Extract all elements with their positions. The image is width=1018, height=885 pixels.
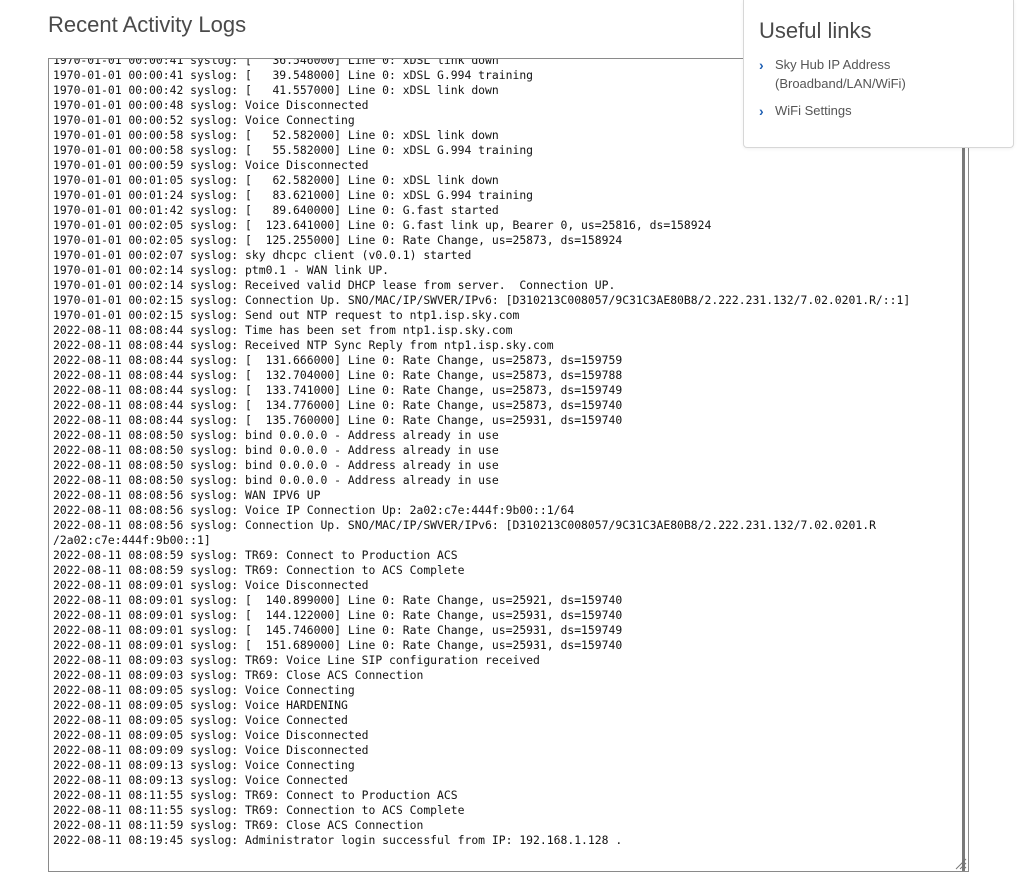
log-scrollbar[interactable] bbox=[962, 147, 965, 871]
link-sublabel[interactable]: (Broadband/LAN/WiFi) bbox=[775, 74, 906, 93]
useful-links-list: › Sky Hub IP Address (Broadband/LAN/WiFi… bbox=[756, 55, 906, 128]
chevron-right-icon: › bbox=[759, 103, 764, 119]
activity-log-textarea[interactable]: 1970-01-01 00:00:41 syslog: [ 36.546000]… bbox=[48, 58, 969, 872]
activity-log-text: 1970-01-01 00:00:41 syslog: [ 36.546000]… bbox=[53, 58, 911, 847]
link-label[interactable]: Sky Hub IP Address bbox=[775, 55, 906, 74]
link-sky-hub-ip-address[interactable]: › Sky Hub IP Address (Broadband/LAN/WiFi… bbox=[756, 55, 906, 93]
useful-links-title: Useful links bbox=[759, 18, 872, 43]
resize-grip-icon[interactable] bbox=[953, 856, 967, 870]
link-label[interactable]: WiFi Settings bbox=[775, 101, 906, 120]
link-wifi-settings[interactable]: › WiFi Settings bbox=[756, 101, 906, 120]
page-title: Recent Activity Logs bbox=[48, 12, 247, 37]
chevron-right-icon: › bbox=[759, 57, 764, 73]
useful-links-panel: Useful links › Sky Hub IP Address (Broad… bbox=[743, 0, 1014, 148]
